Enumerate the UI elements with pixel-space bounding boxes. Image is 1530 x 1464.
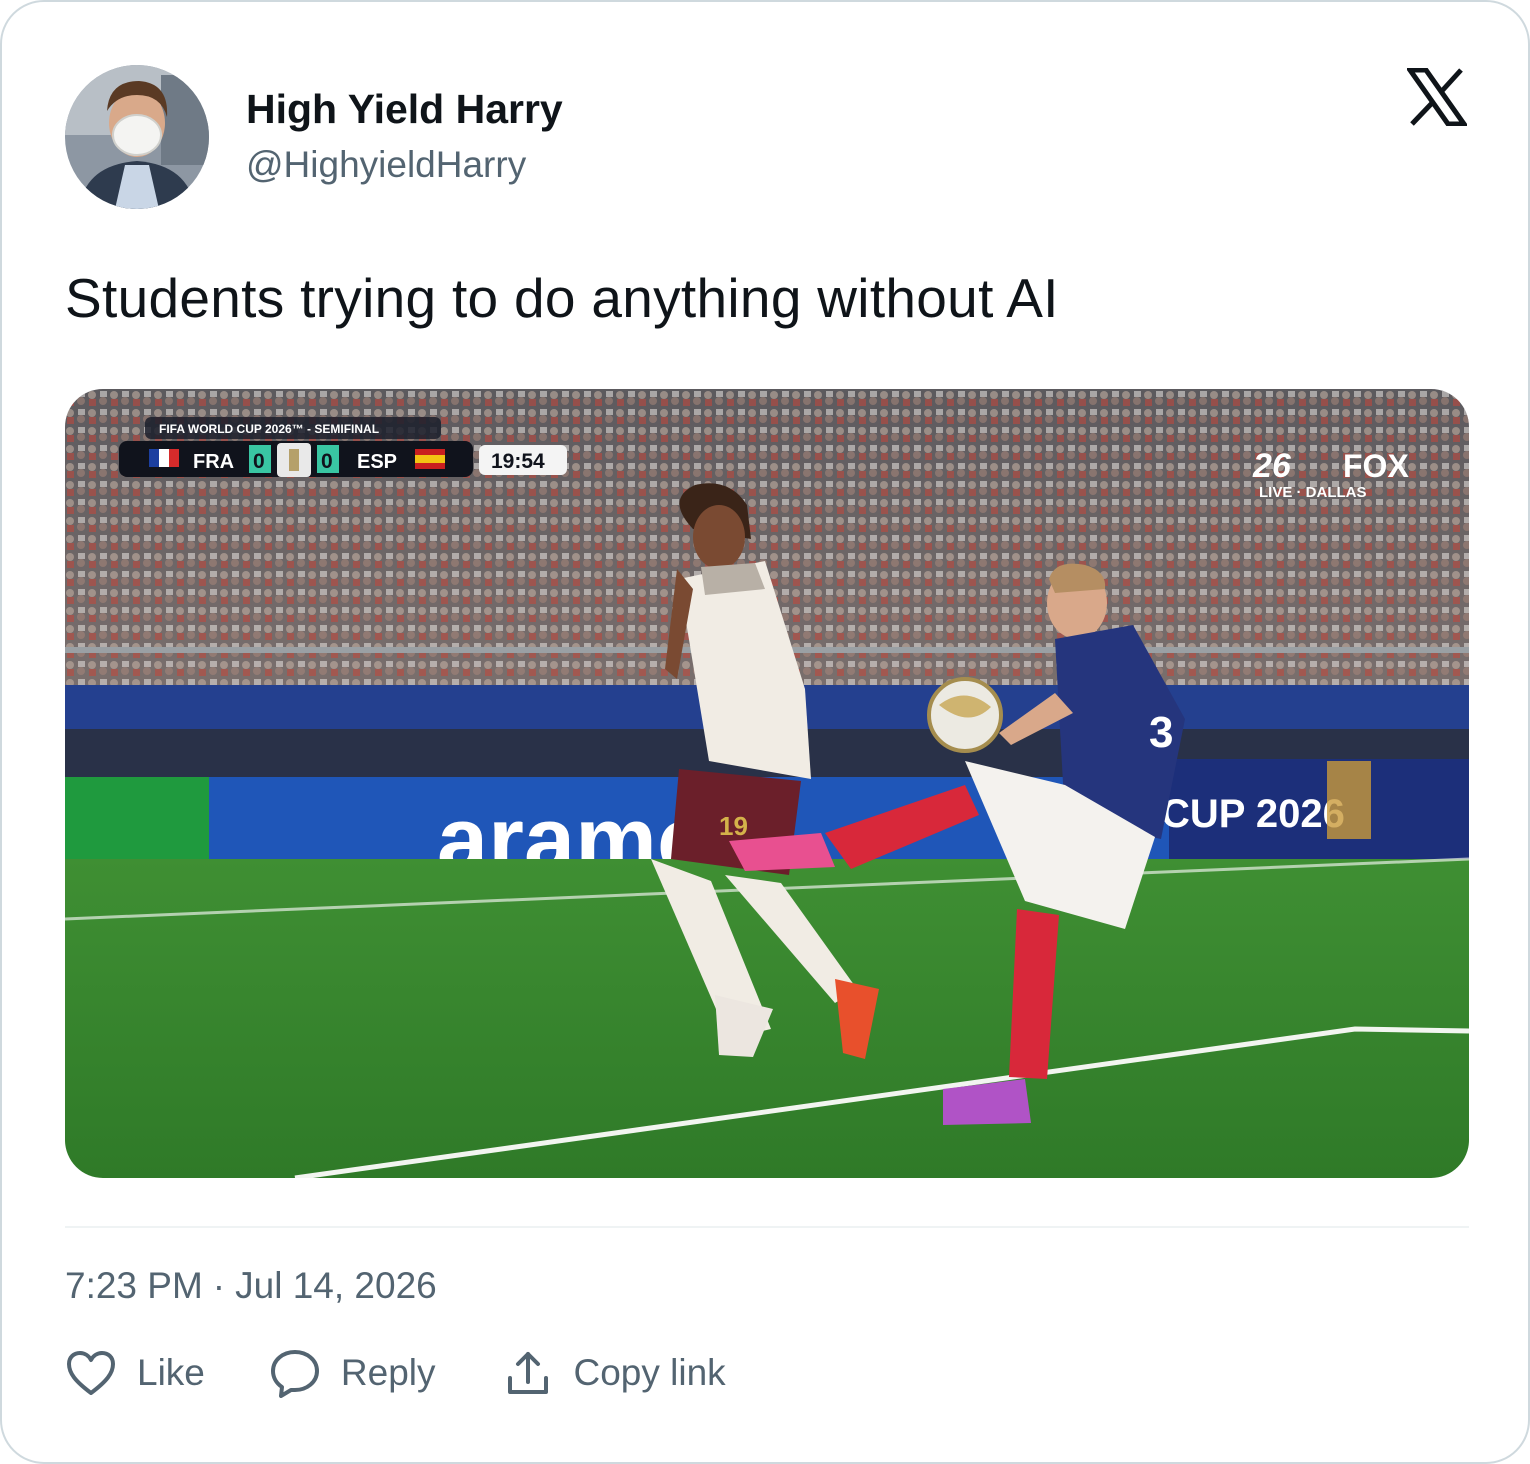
scoreboard-home-score: 0 (253, 450, 265, 473)
x-logo-icon[interactable] (1405, 67, 1469, 127)
avatar[interactable] (65, 65, 209, 209)
scoreboard-away-score: 0 (321, 450, 333, 473)
right-shirt-number: 3 (1149, 708, 1173, 757)
copy-link-button[interactable]: Copy link (502, 1347, 726, 1399)
like-button[interactable]: Like (65, 1347, 205, 1399)
tweet-date: Jul 14, 2026 (235, 1265, 437, 1306)
network-tag: 26 (1252, 447, 1292, 485)
tweet-time: 7:23 PM (65, 1265, 203, 1306)
speech-bubble-icon (269, 1347, 325, 1399)
action-bar: Like Reply Copy link (65, 1347, 726, 1399)
author-display-name[interactable]: High Yield Harry (246, 86, 563, 133)
timestamp-separator: · (212, 1265, 226, 1306)
copy-link-label: Copy link (573, 1352, 726, 1393)
tweet-media-image[interactable]: aramc CUP 2026 19 3 FIFA WORLD CUP 2026™… (65, 389, 1469, 1178)
network-name: FOX (1343, 448, 1409, 484)
soccer-ball (927, 677, 1003, 753)
left-shirt-number: 19 (719, 811, 748, 841)
scoreboard-home-team: FRA (193, 451, 234, 473)
tweet-text: Students trying to do anything without A… (65, 267, 1059, 329)
tweet-card: High Yield Harry @HighyieldHarry Student… (0, 0, 1530, 1464)
share-upload-icon (502, 1347, 558, 1399)
scoreboard-clock: 19:54 (491, 450, 545, 473)
tweet-timestamp[interactable]: 7:23 PM · Jul 14, 2026 (65, 1265, 437, 1307)
divider (65, 1226, 1469, 1228)
author-handle[interactable]: @HighyieldHarry (246, 144, 526, 186)
scoreboard-competition: FIFA WORLD CUP 2026™ - SEMIFINAL (159, 422, 379, 436)
like-label: Like (137, 1352, 205, 1393)
avatar-image (65, 65, 209, 209)
network-feed: LIVE · DALLAS (1259, 484, 1367, 501)
scoreboard-away-team: ESP (357, 451, 397, 473)
board-ad-cup2026: CUP 2026 (1161, 792, 1345, 836)
reply-label: Reply (340, 1352, 436, 1393)
reply-button[interactable]: Reply (269, 1347, 436, 1399)
heart-icon (65, 1347, 121, 1399)
